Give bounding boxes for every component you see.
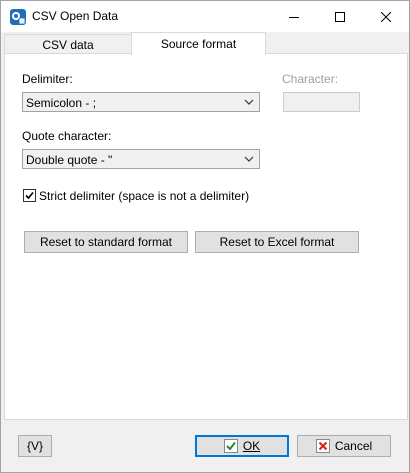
delimiter-value: Semicolon - ; (26, 96, 97, 110)
maximize-icon (335, 11, 345, 22)
strict-delimiter-checkbox[interactable] (23, 189, 36, 202)
strict-delimiter-label[interactable]: Strict delimiter (space is not a delimit… (39, 189, 249, 203)
reset-excel-button[interactable]: Reset to Excel format (195, 231, 359, 253)
dialog-window: CSV Open Data CSV data Source format Del… (0, 0, 410, 473)
variables-button[interactable]: {V} (18, 435, 52, 457)
cancel-label: Cancel (334, 439, 373, 453)
character-label: Character: (282, 72, 339, 86)
csv-app-icon (9, 8, 27, 26)
character-field[interactable] (283, 92, 360, 112)
window-title: CSV Open Data (32, 9, 119, 23)
quote-character-value: Double quote - " (26, 153, 113, 167)
delimiter-label: Delimiter: (22, 72, 73, 86)
cancel-button[interactable]: Cancel (297, 435, 391, 457)
minimize-icon (289, 16, 299, 18)
quote-character-label: Quote character: (22, 129, 112, 143)
reset-standard-button[interactable]: Reset to standard format (24, 231, 188, 253)
minimize-button[interactable] (271, 1, 317, 32)
chevron-down-icon (244, 156, 254, 162)
close-button[interactable] (363, 1, 409, 32)
ok-label: OK (242, 439, 261, 453)
maximize-button[interactable] (317, 1, 363, 32)
chevron-down-icon (244, 99, 254, 105)
checkmark-icon (25, 191, 34, 200)
source-format-panel: Delimiter: Semicolon - ; Character: Quot… (4, 53, 408, 420)
title-bar: CSV Open Data (1, 1, 409, 32)
tab-source-format[interactable]: Source format (131, 32, 266, 55)
quote-character-select[interactable]: Double quote - " (22, 149, 260, 169)
tab-strip: CSV data Source format (1, 32, 409, 55)
cancel-x-icon (315, 439, 330, 453)
close-icon (381, 11, 391, 22)
tab-csv-data[interactable]: CSV data (4, 34, 132, 54)
delimiter-select[interactable]: Semicolon - ; (22, 92, 260, 112)
ok-button[interactable]: OK (195, 435, 289, 457)
ok-check-icon (223, 439, 238, 453)
